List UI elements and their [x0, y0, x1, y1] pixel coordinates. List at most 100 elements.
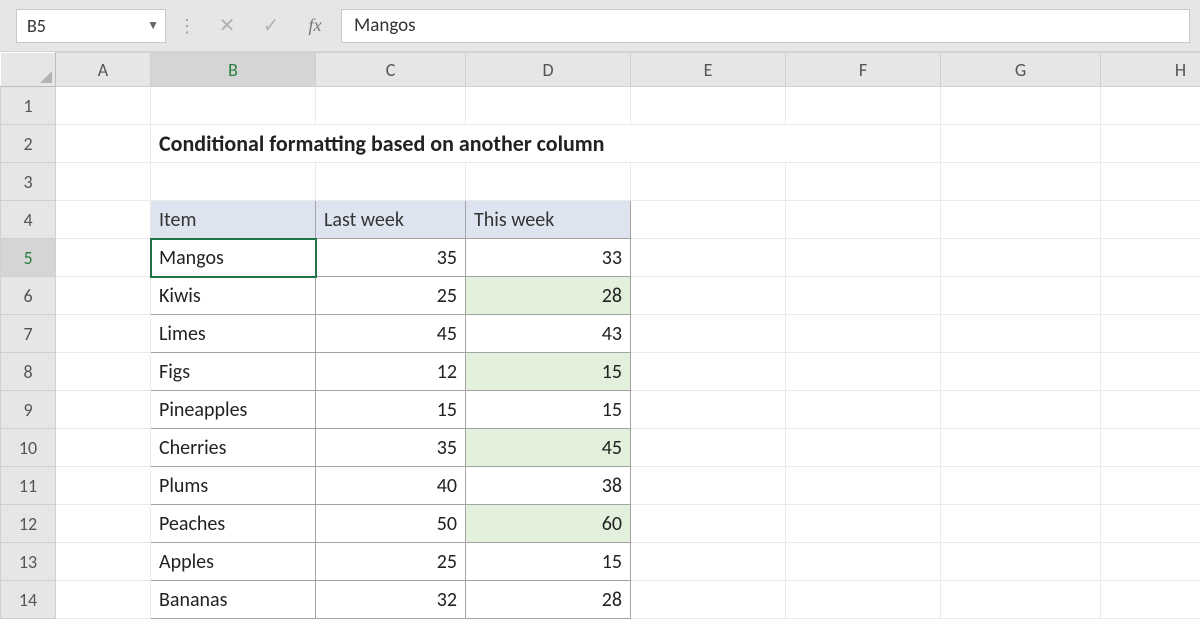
- cell[interactable]: [1101, 391, 1200, 429]
- table-header[interactable]: Item: [151, 201, 316, 239]
- table-cell-item[interactable]: Bananas: [151, 581, 316, 619]
- cell[interactable]: [1101, 125, 1200, 163]
- table-cell-last[interactable]: 25: [316, 277, 466, 315]
- col-header-B[interactable]: B: [151, 53, 316, 87]
- row-header-14[interactable]: 14: [1, 581, 56, 619]
- col-header-D[interactable]: D: [466, 53, 631, 87]
- cell[interactable]: [151, 163, 316, 201]
- table-cell-this[interactable]: 60: [466, 505, 631, 543]
- cell[interactable]: [631, 201, 786, 239]
- table-cell-last[interactable]: 12: [316, 353, 466, 391]
- cell[interactable]: [786, 543, 941, 581]
- cell[interactable]: [786, 391, 941, 429]
- cell[interactable]: [786, 201, 941, 239]
- table-cell-item[interactable]: Apples: [151, 543, 316, 581]
- row-header-9[interactable]: 9: [1, 391, 56, 429]
- cell[interactable]: [1101, 505, 1200, 543]
- cell[interactable]: [941, 125, 1101, 163]
- cancel-icon[interactable]: ✕: [209, 9, 245, 43]
- table-cell-item[interactable]: Peaches: [151, 505, 316, 543]
- formula-input[interactable]: Mangos: [341, 9, 1190, 43]
- grid[interactable]: ABCDEFGH12Conditional formatting based o…: [0, 52, 1200, 619]
- table-cell-this[interactable]: 45: [466, 429, 631, 467]
- cell[interactable]: [56, 467, 151, 505]
- cell[interactable]: [316, 87, 466, 125]
- cell[interactable]: [631, 391, 786, 429]
- row-header-2[interactable]: 2: [1, 125, 56, 163]
- name-box[interactable]: B5 ▼: [16, 9, 166, 43]
- table-cell-last[interactable]: 15: [316, 391, 466, 429]
- cell[interactable]: [316, 163, 466, 201]
- cell[interactable]: [941, 467, 1101, 505]
- cell[interactable]: [56, 163, 151, 201]
- cell[interactable]: [631, 87, 786, 125]
- table-cell-this[interactable]: 28: [466, 581, 631, 619]
- row-header-10[interactable]: 10: [1, 429, 56, 467]
- table-cell-last[interactable]: 35: [316, 429, 466, 467]
- table-cell-this[interactable]: 38: [466, 467, 631, 505]
- table-cell-item[interactable]: Cherries: [151, 429, 316, 467]
- cell[interactable]: [1101, 467, 1200, 505]
- cell[interactable]: [941, 581, 1101, 619]
- cell[interactable]: [466, 163, 631, 201]
- row-header-7[interactable]: 7: [1, 315, 56, 353]
- cell[interactable]: [941, 505, 1101, 543]
- cell[interactable]: [941, 429, 1101, 467]
- cell[interactable]: [631, 239, 786, 277]
- cell[interactable]: [786, 277, 941, 315]
- cell[interactable]: [1101, 353, 1200, 391]
- cell[interactable]: [631, 581, 786, 619]
- col-header-A[interactable]: A: [56, 53, 151, 87]
- cell[interactable]: [1101, 163, 1200, 201]
- table-cell-this[interactable]: 43: [466, 315, 631, 353]
- row-header-11[interactable]: 11: [1, 467, 56, 505]
- row-header-4[interactable]: 4: [1, 201, 56, 239]
- cell[interactable]: [631, 277, 786, 315]
- cell[interactable]: [786, 87, 941, 125]
- cell[interactable]: [1101, 315, 1200, 353]
- table-cell-last[interactable]: 40: [316, 467, 466, 505]
- table-cell-this[interactable]: 28: [466, 277, 631, 315]
- cell[interactable]: [56, 581, 151, 619]
- cell[interactable]: [941, 87, 1101, 125]
- cell[interactable]: [631, 429, 786, 467]
- cell[interactable]: [941, 239, 1101, 277]
- cell[interactable]: [631, 505, 786, 543]
- cell[interactable]: [1101, 581, 1200, 619]
- cell[interactable]: [1101, 87, 1200, 125]
- cell[interactable]: [941, 277, 1101, 315]
- cell[interactable]: [941, 315, 1101, 353]
- page-title[interactable]: Conditional formatting based on another …: [151, 125, 941, 163]
- row-header-12[interactable]: 12: [1, 505, 56, 543]
- cell[interactable]: [786, 581, 941, 619]
- table-cell-item[interactable]: Limes: [151, 315, 316, 353]
- cell[interactable]: [56, 277, 151, 315]
- cell[interactable]: [56, 391, 151, 429]
- cell[interactable]: [151, 87, 316, 125]
- cell[interactable]: [786, 239, 941, 277]
- table-cell-last[interactable]: 50: [316, 505, 466, 543]
- table-header[interactable]: Last week: [316, 201, 466, 239]
- cell[interactable]: [56, 201, 151, 239]
- cell[interactable]: [941, 353, 1101, 391]
- cell[interactable]: [631, 467, 786, 505]
- cell[interactable]: [631, 353, 786, 391]
- drag-handle-icon[interactable]: ⋮: [174, 15, 201, 37]
- cell[interactable]: [56, 505, 151, 543]
- table-cell-last[interactable]: 45: [316, 315, 466, 353]
- cell[interactable]: [1101, 277, 1200, 315]
- accept-icon[interactable]: ✓: [253, 9, 289, 43]
- cell[interactable]: [786, 315, 941, 353]
- table-cell-this[interactable]: 15: [466, 391, 631, 429]
- row-header-5[interactable]: 5: [1, 239, 56, 277]
- cell[interactable]: [1101, 429, 1200, 467]
- cell[interactable]: [941, 201, 1101, 239]
- table-cell-item[interactable]: Figs: [151, 353, 316, 391]
- cell[interactable]: [786, 429, 941, 467]
- cell[interactable]: [1101, 201, 1200, 239]
- col-header-C[interactable]: C: [316, 53, 466, 87]
- row-header-8[interactable]: 8: [1, 353, 56, 391]
- row-header-13[interactable]: 13: [1, 543, 56, 581]
- cell[interactable]: [56, 125, 151, 163]
- table-cell-item[interactable]: Pineapples: [151, 391, 316, 429]
